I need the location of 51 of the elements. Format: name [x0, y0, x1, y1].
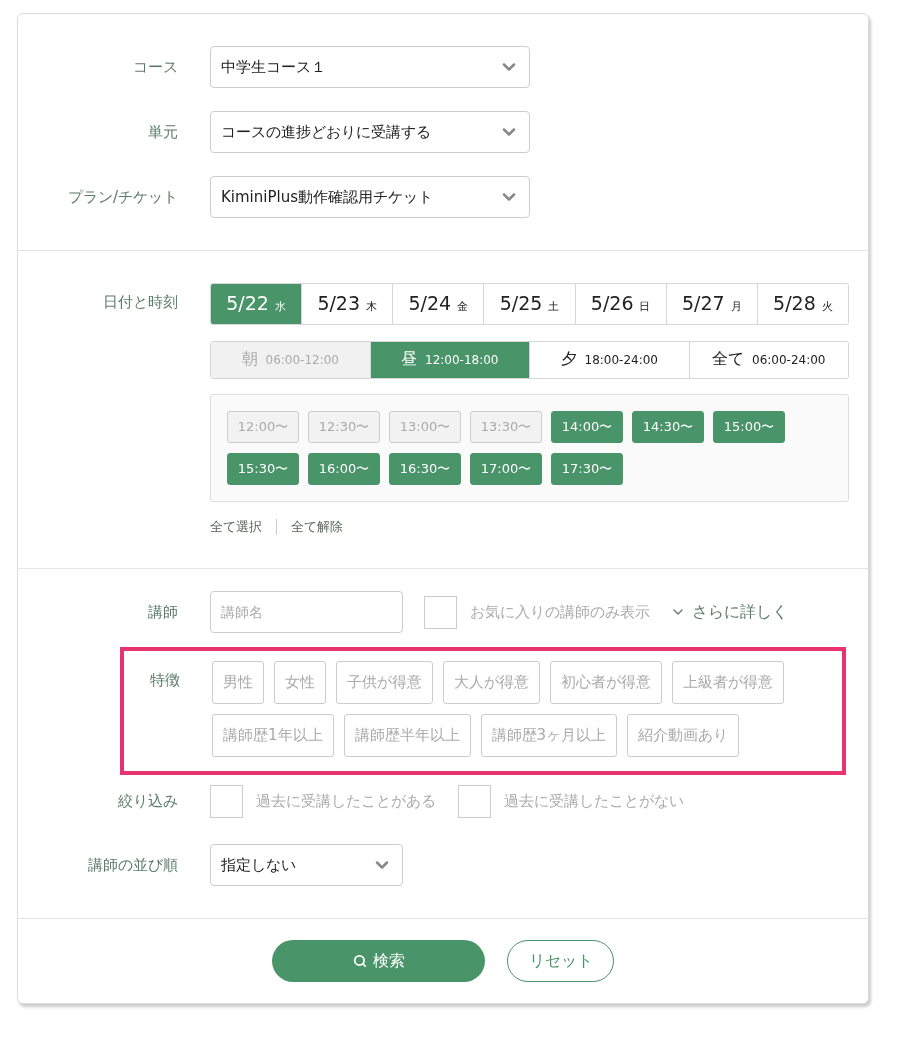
time-slot[interactable]: 15:30〜: [227, 453, 299, 485]
feature-tag[interactable]: 上級者が得意: [672, 661, 784, 704]
field-label: 講師: [147, 602, 178, 622]
time-slot[interactable]: 13:00〜: [389, 411, 461, 443]
time-slot[interactable]: 12:00〜: [227, 411, 299, 443]
checkbox[interactable]: [458, 785, 491, 818]
checkbox-label: 過去に受講したことがない: [504, 792, 684, 811]
more-link[interactable]: さらに詳しく: [670, 601, 788, 623]
field-label: 日付と時刻: [102, 292, 178, 312]
select-link[interactable]: 全て解除: [291, 518, 343, 536]
date-tab[interactable]: 5/22 水: [211, 284, 302, 324]
checkbox[interactable]: [210, 785, 243, 818]
select-field[interactable]: 中学生コース１: [210, 46, 530, 88]
feature-tag[interactable]: 講師歴3ヶ月以上: [480, 714, 618, 757]
feature-tag[interactable]: 女性: [274, 661, 326, 704]
feature-tag[interactable]: 子供が得意: [336, 661, 433, 704]
time-slot[interactable]: 15:00〜: [713, 411, 785, 443]
feature-tag[interactable]: 講師歴半年以上: [343, 714, 471, 757]
time-slot[interactable]: 17:30〜: [551, 453, 623, 485]
field-label: 特徴: [149, 670, 180, 690]
select-field[interactable]: コースの進捗どおりに受講する: [210, 111, 530, 153]
time-slot[interactable]: 12:30〜: [308, 411, 380, 443]
field-label: 講師の並び順: [87, 855, 178, 875]
feature-tag[interactable]: 紹介動画あり: [627, 714, 740, 757]
time-slot[interactable]: 16:00〜: [308, 453, 380, 485]
time-slot[interactable]: 17:00〜: [470, 453, 542, 485]
field-label: 絞り込み: [117, 792, 178, 811]
field-label: プラン/チケット: [66, 187, 178, 207]
checkbox-label: 過去に受講したことがある: [256, 792, 436, 811]
feature-tag[interactable]: 大人が得意: [443, 661, 540, 704]
field-label: 単元: [147, 122, 178, 142]
search-button[interactable]: 検索: [272, 940, 485, 982]
date-tab[interactable]: 5/28 火: [756, 284, 848, 324]
select-field[interactable]: KiminiPlus動作確認用チケット: [210, 176, 530, 218]
feature-tag[interactable]: 講師歴1年以上: [212, 714, 334, 757]
sort-select[interactable]: 指定しない: [210, 844, 403, 886]
period-tab[interactable]: 全て 06:00-24:00: [688, 342, 848, 378]
period-tab[interactable]: 昼 12:00-18:00: [369, 342, 529, 378]
time-slot[interactable]: 14:00〜: [551, 411, 623, 443]
search-icon: [352, 954, 367, 968]
select-link[interactable]: 全て選択: [210, 518, 262, 536]
feature-tag[interactable]: 初心者が得意: [550, 661, 662, 704]
field-label: コース: [132, 57, 178, 77]
feature-tag[interactable]: 男性: [212, 661, 264, 704]
reset-button[interactable]: リセット: [507, 940, 614, 982]
checkbox[interactable]: [424, 595, 457, 629]
time-slot[interactable]: 16:30〜: [389, 453, 461, 485]
checkbox-label: お気に入りの講師のみ表示: [470, 602, 650, 622]
time-slot[interactable]: 13:30〜: [470, 411, 542, 443]
teacher-name-field[interactable]: 講師名: [210, 591, 403, 633]
time-slot[interactable]: 14:30〜: [632, 411, 704, 443]
